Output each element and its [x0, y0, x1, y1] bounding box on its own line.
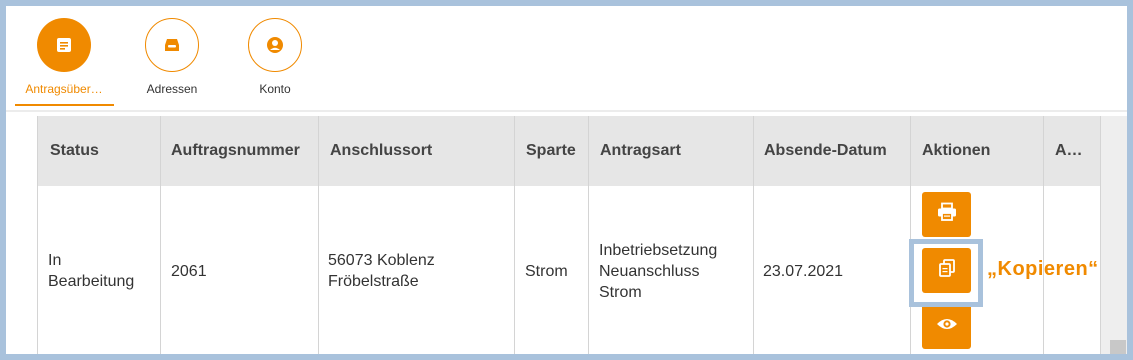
print-button[interactable] — [922, 192, 971, 237]
nav-label: Adressen — [146, 82, 198, 96]
column-header-truncated[interactable]: A… — [1055, 116, 1083, 186]
column-header-anschlussort[interactable]: Anschlussort — [330, 116, 432, 186]
document-list-icon — [37, 18, 91, 72]
copy-callout-label: „Kopieren“ — [987, 258, 1099, 280]
user-account-icon — [248, 18, 302, 72]
column-header-sparte[interactable]: Sparte — [526, 116, 576, 186]
column-header-status[interactable]: Status — [50, 116, 99, 186]
copy-highlight-box — [909, 239, 983, 307]
cell-antragsart: Inbetriebsetzung Neuanschluss Strom — [599, 241, 718, 301]
nav-label: Antragsüber… — [25, 82, 103, 96]
cell-anschlussort: 56073 Koblenz Fröbelstraße — [328, 252, 435, 290]
active-tab-indicator — [15, 104, 114, 106]
nav-item-antragsuebersicht[interactable]: Antragsüber… — [14, 18, 114, 96]
nav-divider — [6, 110, 1127, 112]
column-header-absende-datum[interactable]: Absende-Datum — [764, 116, 887, 186]
column-header-auftragsnummer[interactable]: Auftragsnummer — [171, 116, 300, 186]
view-button[interactable] — [922, 304, 971, 349]
column-header-aktionen[interactable]: Aktionen — [922, 116, 990, 186]
cell-status: In Bearbeitung — [48, 252, 135, 290]
app-frame: Antragsüber… Adressen Konto Status Auftr… — [6, 6, 1127, 354]
nav-label: Konto — [259, 82, 291, 96]
eye-icon — [936, 316, 958, 337]
vertical-scrollbar[interactable] — [1101, 116, 1127, 354]
nav-item-konto[interactable]: Konto — [225, 18, 325, 96]
top-nav: Antragsüber… Adressen Konto — [6, 6, 1127, 112]
cell-sparte: Strom — [525, 262, 568, 280]
scrollbar-thumb[interactable] — [1110, 340, 1126, 354]
cell-absende-datum: 23.07.2021 — [763, 262, 844, 280]
column-header-antragsart[interactable]: Antragsart — [600, 116, 681, 186]
cell-auftragsnummer: 2061 — [171, 262, 207, 280]
inbox-tray-icon — [145, 18, 199, 72]
nav-item-adressen[interactable]: Adressen — [122, 18, 222, 96]
printer-icon — [936, 202, 958, 227]
